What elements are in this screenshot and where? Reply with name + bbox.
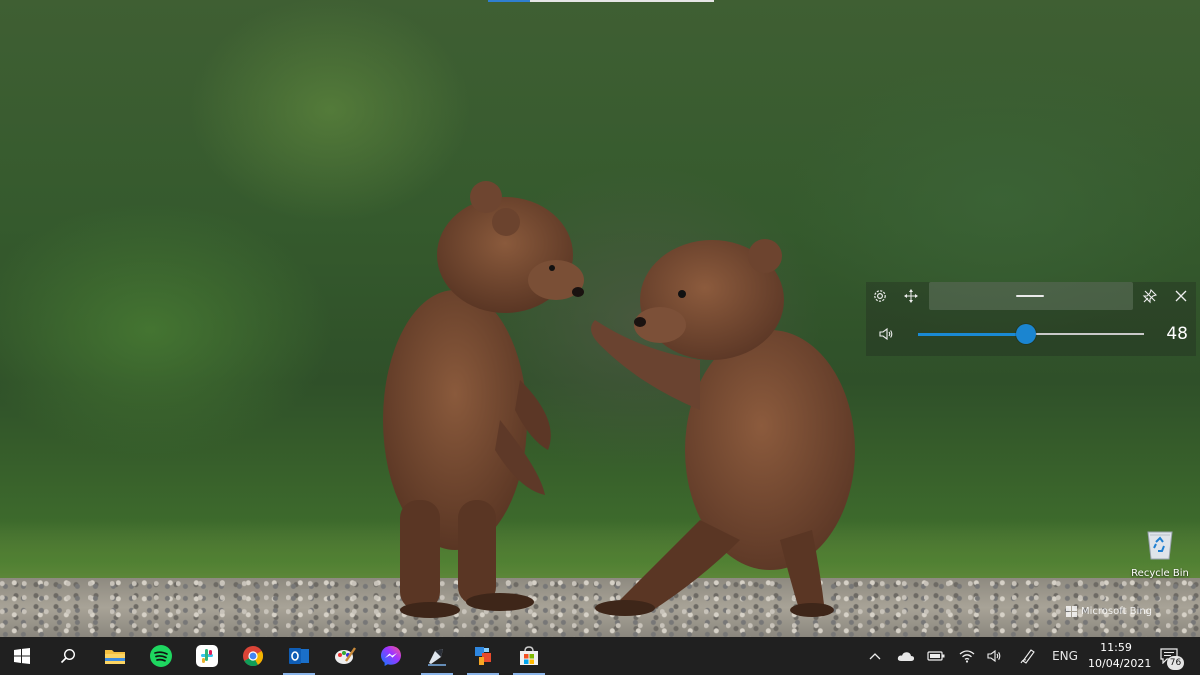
paint-icon[interactable] bbox=[323, 637, 367, 675]
right-bear-cub bbox=[591, 239, 855, 617]
volume-slider-thumb[interactable] bbox=[1016, 324, 1037, 344]
pixel-app-icon[interactable] bbox=[461, 637, 505, 675]
desktop-wallpaper: 48 Recycle Bin Microsoft Bing bbox=[0, 0, 1200, 637]
drag-handle[interactable] bbox=[929, 282, 1133, 310]
wifi-icon[interactable] bbox=[955, 637, 979, 675]
windows-start-icon[interactable] bbox=[0, 637, 44, 675]
volume-slider-fill bbox=[918, 332, 1027, 336]
pen-tray-icon[interactable] bbox=[1016, 637, 1040, 675]
volume-flyout: 48 bbox=[866, 282, 1196, 356]
move-icon[interactable] bbox=[898, 283, 924, 309]
left-bear-cub bbox=[383, 181, 584, 618]
bing-watermark: Microsoft Bing bbox=[1066, 606, 1152, 617]
slack-icon[interactable] bbox=[185, 637, 229, 675]
microsoft-logo-icon bbox=[1066, 606, 1077, 617]
clock-time: 11:59 bbox=[1100, 641, 1132, 654]
recycle-bin[interactable]: Recycle Bin bbox=[1126, 526, 1194, 582]
show-hidden-icons-chevron-icon[interactable] bbox=[864, 637, 886, 675]
settings-icon[interactable] bbox=[867, 283, 893, 309]
search-icon[interactable] bbox=[46, 637, 90, 675]
notification-count-badge: 76 bbox=[1167, 656, 1184, 670]
messenger-icon[interactable] bbox=[369, 637, 413, 675]
top-progress-strip bbox=[488, 0, 714, 2]
close-icon[interactable] bbox=[1168, 283, 1194, 309]
spotify-icon[interactable] bbox=[139, 637, 183, 675]
onedrive-icon[interactable] bbox=[894, 637, 918, 675]
input-language-indicator[interactable]: ENG bbox=[1048, 637, 1082, 675]
speaker-icon[interactable] bbox=[873, 321, 899, 347]
volume-slider[interactable] bbox=[918, 324, 1144, 344]
clock-date: 10/04/2021 bbox=[1088, 657, 1152, 670]
taskbar: ENG 11:59 10/04/2021 bbox=[0, 637, 1200, 675]
watermark-text: Microsoft Bing bbox=[1081, 606, 1153, 617]
store-icon[interactable] bbox=[507, 637, 551, 675]
outlook-icon[interactable] bbox=[277, 637, 321, 675]
volume-level-value: 48 bbox=[1166, 324, 1188, 344]
file-explorer-icon[interactable] bbox=[93, 637, 137, 675]
pin-icon[interactable] bbox=[1137, 283, 1163, 309]
recycle-bin-label: Recycle Bin bbox=[1131, 568, 1189, 579]
taskbar-clock[interactable]: 11:59 10/04/2021 bbox=[1088, 640, 1152, 672]
battery-icon[interactable] bbox=[924, 637, 948, 675]
recycle-bin-icon bbox=[1147, 531, 1173, 560]
volume-tray-icon[interactable] bbox=[983, 637, 1007, 675]
chrome-icon[interactable] bbox=[231, 637, 275, 675]
pen-app-icon[interactable] bbox=[415, 637, 459, 675]
